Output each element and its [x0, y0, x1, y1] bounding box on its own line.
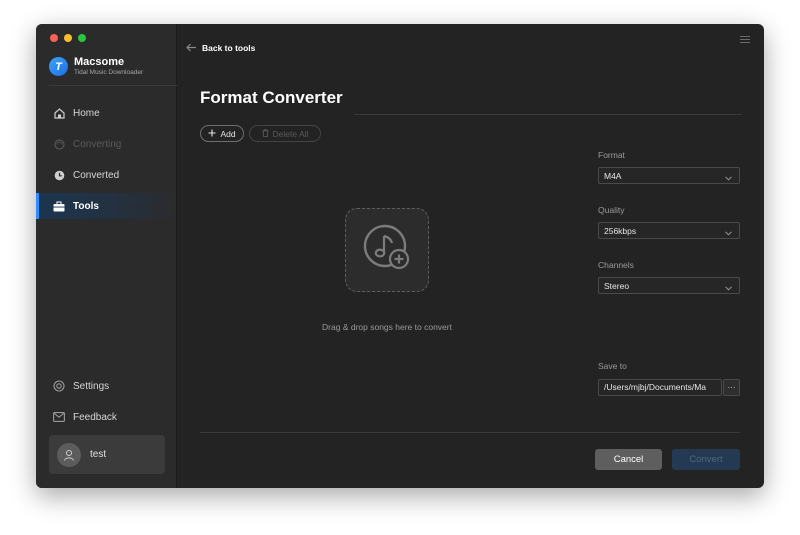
- convert-button[interactable]: Convert: [672, 449, 740, 470]
- drop-instructions: Drag & drop songs here to convert: [322, 322, 452, 332]
- toolbox-icon: [53, 200, 65, 212]
- save-path-input[interactable]: /Users/mjbj/Documents/Ma: [598, 379, 722, 396]
- add-button-label: Add: [220, 128, 236, 139]
- sidebar-item-feedback[interactable]: Feedback: [36, 404, 177, 430]
- quality-value: 256kbps: [604, 225, 637, 236]
- main-panel: Back to tools Format Converter Add Delet…: [178, 24, 764, 488]
- format-value: M4A: [604, 170, 622, 181]
- back-button[interactable]: Back to tools: [186, 39, 255, 57]
- user-account-card[interactable]: test: [49, 435, 165, 474]
- sidebar-item-label: Converted: [73, 169, 120, 181]
- gear-icon: [53, 380, 65, 392]
- trash-icon: [262, 128, 269, 139]
- app-subtitle: Tidal Music Downloader: [74, 69, 144, 76]
- mail-icon: [53, 411, 65, 423]
- sync-icon: [53, 138, 65, 150]
- brand-divider: [49, 85, 177, 86]
- app-name: Macsome: [74, 56, 125, 68]
- plus-icon: [208, 129, 216, 139]
- page-title: Format Converter: [200, 88, 343, 107]
- hamburger-menu-icon[interactable]: [740, 36, 750, 46]
- sidebar-item-label: Feedback: [73, 411, 117, 423]
- sidebar-item-label: Converting: [73, 138, 122, 150]
- quality-select[interactable]: 256kbps: [598, 222, 740, 239]
- channels-select[interactable]: Stereo: [598, 277, 740, 294]
- chevron-down-icon: [725, 283, 732, 293]
- bottom-divider: [200, 432, 740, 433]
- app-logo: T: [49, 57, 68, 76]
- sidebar: T Macsome Tidal Music Downloader Home Co…: [36, 24, 177, 488]
- zoom-window-button[interactable]: [78, 34, 86, 42]
- sidebar-item-tools[interactable]: Tools: [36, 193, 177, 219]
- save-to-label: Save to: [598, 361, 627, 371]
- clock-icon: [53, 169, 65, 181]
- home-icon: [53, 107, 65, 119]
- sidebar-item-label: Home: [73, 107, 100, 119]
- drop-zone[interactable]: [345, 208, 429, 292]
- back-label: Back to tools: [202, 43, 256, 53]
- music-note-add-icon: [361, 222, 413, 279]
- format-label: Format: [598, 150, 625, 160]
- format-select[interactable]: M4A: [598, 167, 740, 184]
- cancel-button[interactable]: Cancel: [595, 449, 662, 470]
- channels-value: Stereo: [604, 280, 630, 291]
- arrow-left-icon: [186, 39, 197, 57]
- delete-all-button[interactable]: Delete All: [249, 125, 321, 142]
- chevron-down-icon: [725, 173, 732, 183]
- title-divider: [354, 114, 742, 115]
- channels-label: Channels: [598, 260, 634, 270]
- app-window: T Macsome Tidal Music Downloader Home Co…: [36, 24, 764, 488]
- user-icon: [57, 442, 81, 467]
- browse-folder-button[interactable]: ···: [723, 379, 740, 396]
- sidebar-item-label: Settings: [73, 380, 110, 392]
- chevron-down-icon: [725, 228, 732, 238]
- sidebar-item-label: Tools: [73, 200, 99, 212]
- minimize-window-button[interactable]: [64, 34, 72, 42]
- user-name: test: [90, 449, 107, 460]
- delete-all-label: Delete All: [272, 128, 309, 139]
- sidebar-item-home[interactable]: Home: [36, 100, 177, 126]
- quality-label: Quality: [598, 205, 625, 215]
- sidebar-item-converted[interactable]: Converted: [36, 162, 177, 188]
- sidebar-item-converting[interactable]: Converting: [36, 131, 177, 157]
- close-window-button[interactable]: [50, 34, 58, 42]
- sidebar-item-settings[interactable]: Settings: [36, 373, 177, 399]
- add-button[interactable]: Add: [200, 125, 244, 142]
